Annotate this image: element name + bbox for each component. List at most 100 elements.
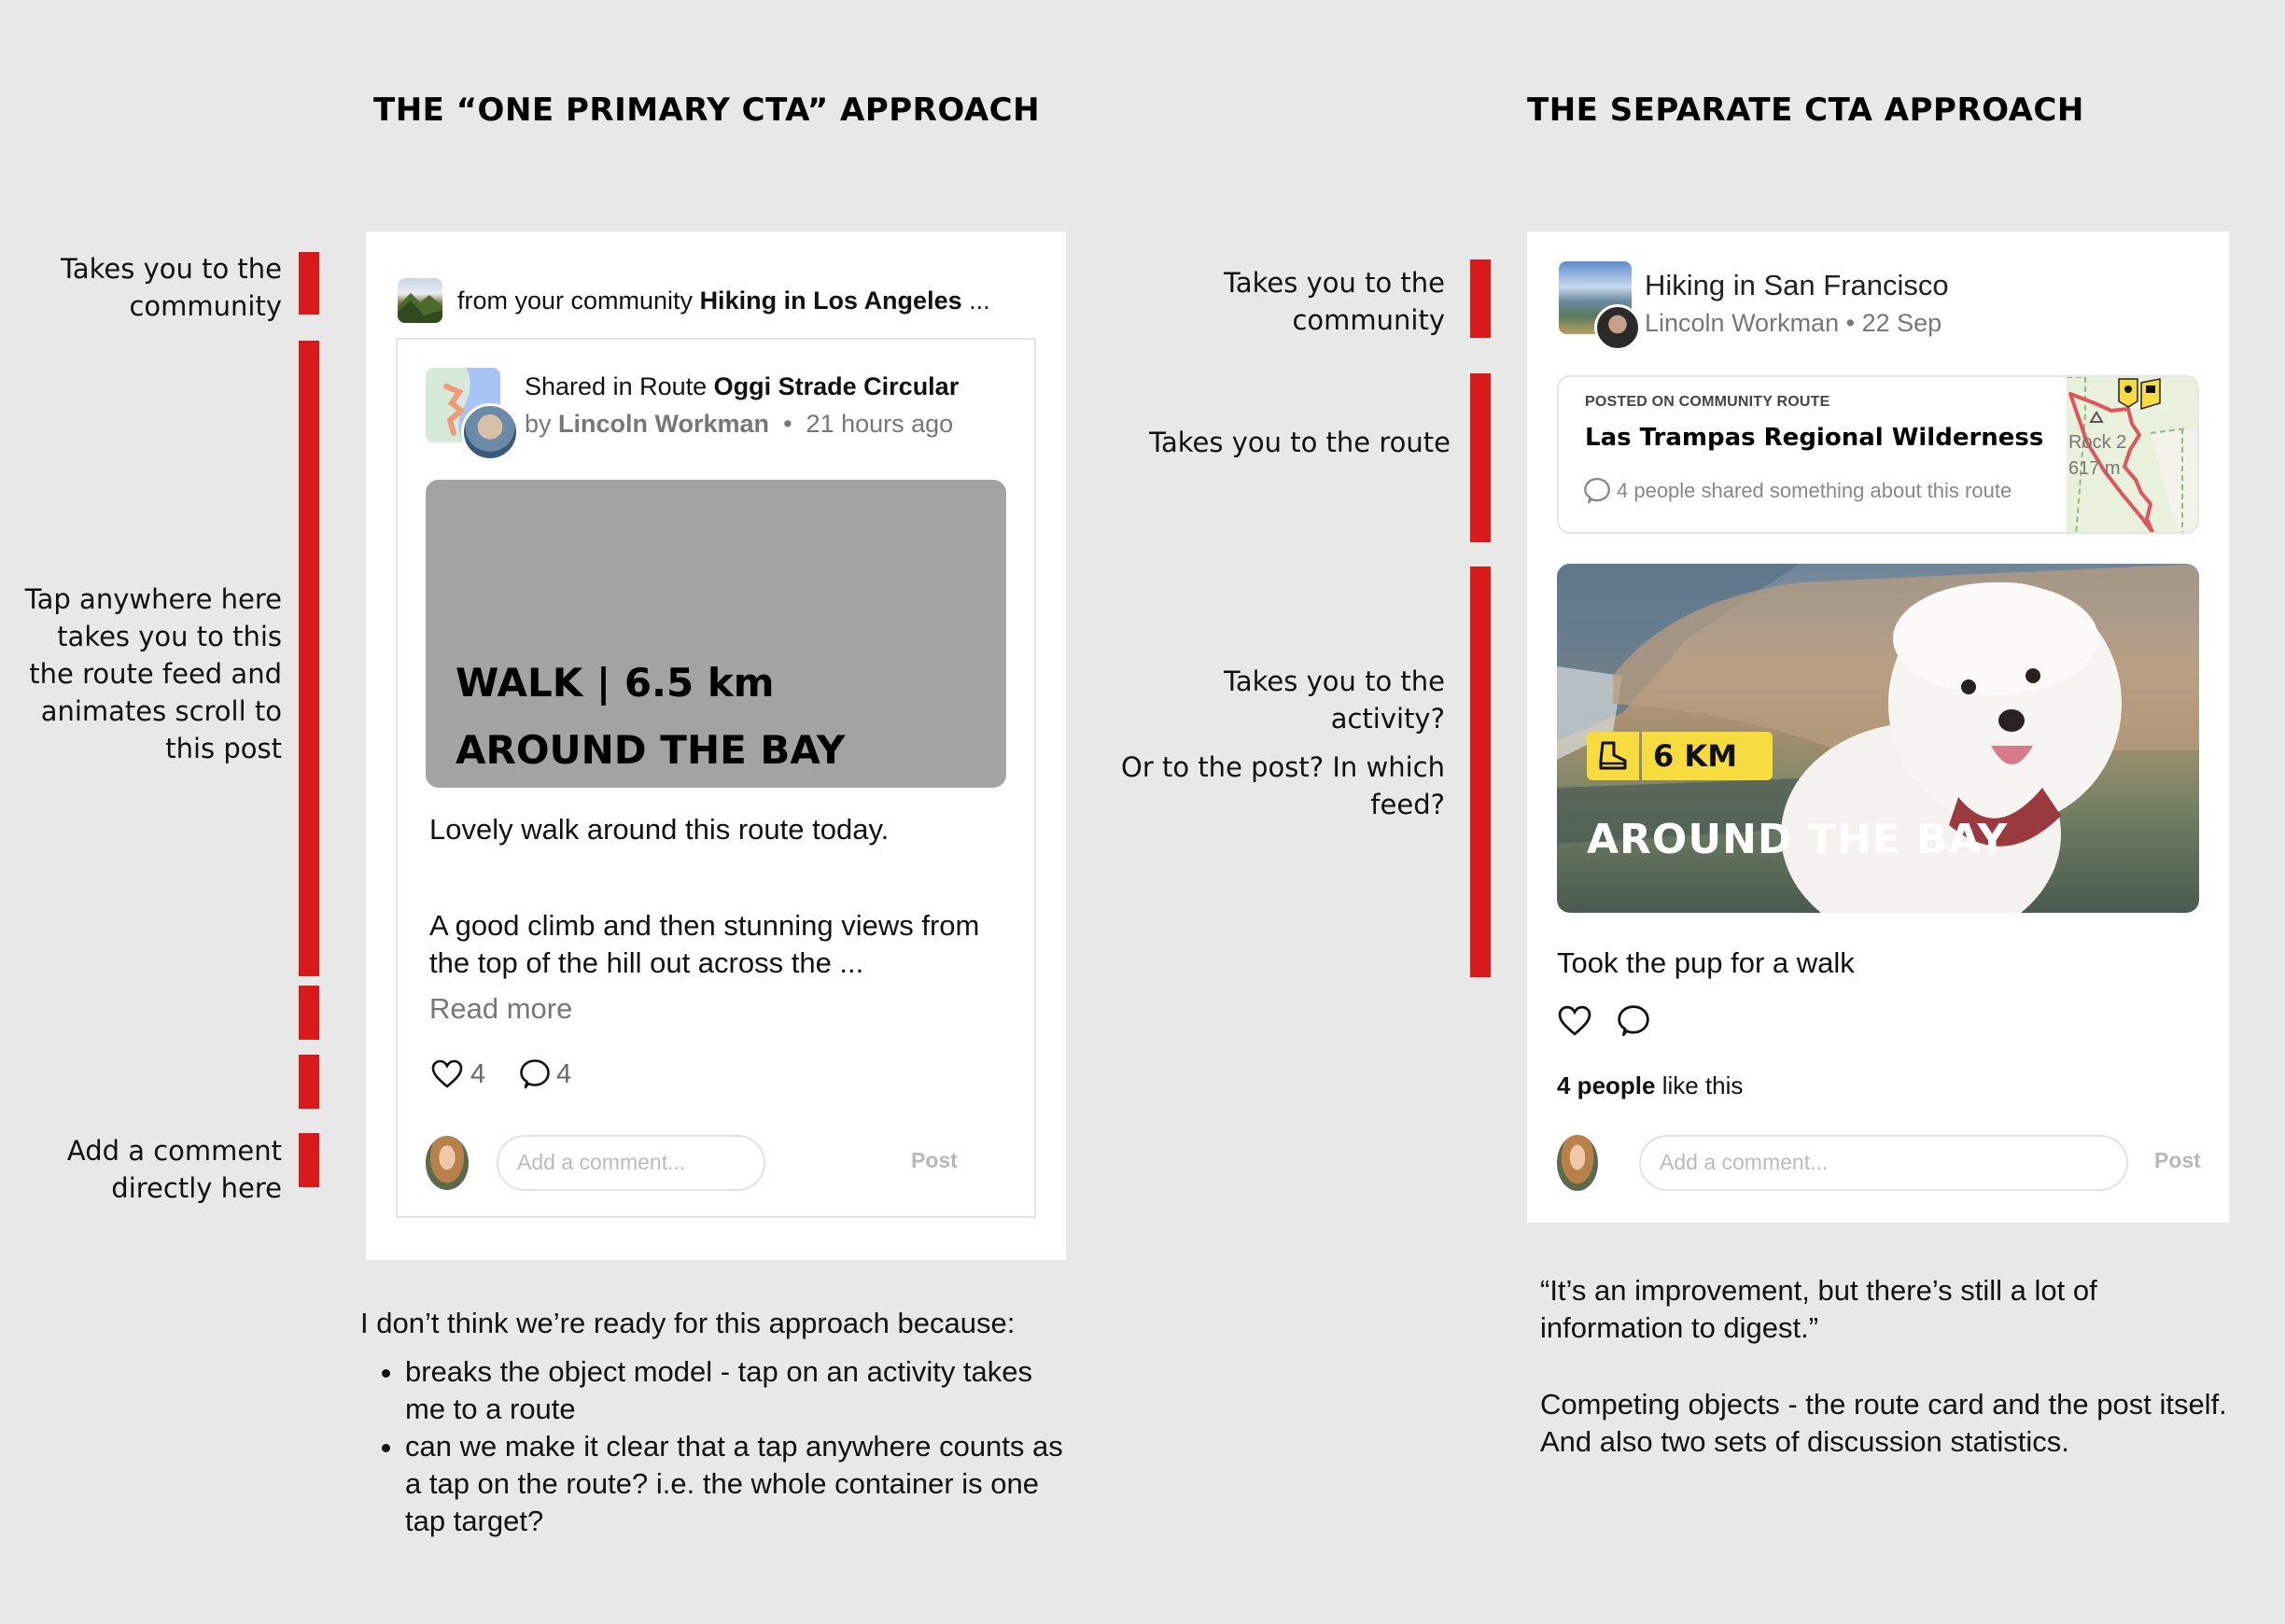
community-prefix: from your community <box>457 286 700 315</box>
likes-count: 4 people <box>1557 1071 1656 1099</box>
current-user-avatar <box>1557 1135 1598 1191</box>
distance-value: 6 KM <box>1642 732 1773 780</box>
notes-bullet-line: a tap on the route? i.e. the whole conta… <box>405 1467 1040 1500</box>
read-more-link[interactable]: Read more <box>429 990 572 1028</box>
right-section-title: THE SEPARATE CTA APPROACH <box>1527 91 2084 129</box>
map-peak-elevation: 617 m <box>2068 458 2121 479</box>
annotation-line: Takes you to the activity? <box>1223 665 1445 735</box>
post-comment-button[interactable]: Post <box>911 1148 958 1173</box>
annotation-line: directly here <box>111 1172 282 1204</box>
comment-input-placeholder: Add a comment... <box>1660 1150 1829 1174</box>
comment-button[interactable] <box>1617 1004 1650 1043</box>
annotation-bar-community <box>299 252 319 315</box>
author-avatar[interactable] <box>461 403 519 461</box>
notes-bullet: can we make it clear that a tap anywhere… <box>405 1428 1070 1540</box>
route-card-title: Las Trampas Regional Wilderness <box>1585 424 2044 452</box>
annotation-line: Tap anywhere here <box>24 583 282 615</box>
separator-dot: • <box>783 410 792 438</box>
annotation-line: takes you to this <box>57 621 282 652</box>
annotation-bar-activity <box>1470 567 1491 977</box>
comment-input[interactable]: Add a comment... <box>497 1135 765 1191</box>
post-date: 22 Sep <box>1861 309 1942 337</box>
right-notes: “It’s an improvement, but there’s still … <box>1540 1272 2250 1461</box>
banner-title: AROUND THE BAY <box>456 727 846 773</box>
notes-bullet: breaks the object model - tap on an acti… <box>405 1353 1070 1428</box>
activity-photo-banner[interactable]: 6 KM AROUND THE BAY <box>1557 564 2199 913</box>
left-section-title: THE “ONE PRIMARY CTA” APPROACH <box>373 91 1041 129</box>
community-route-card[interactable]: POSTED ON COMMUNITY ROUTE Las Trampas Re… <box>1557 375 2199 534</box>
annotation-comment: Add a comment directly here <box>37 1132 282 1207</box>
separator-dot: • <box>1845 309 1856 337</box>
route-map-thumbnail: Rock 2 617 m <box>2067 377 2197 532</box>
post-text-line: A good climb and then stunning views fro… <box>429 909 980 942</box>
banner-activity-distance: WALK | 6.5 km <box>456 660 775 706</box>
left-notes: I don’t think we’re ready for this appro… <box>360 1305 1070 1540</box>
notes-intro: I don’t think we’re ready for this appro… <box>360 1307 1016 1339</box>
notes-bullet-line: can we make it clear that a tap anywhere… <box>405 1430 1063 1463</box>
like-button[interactable] <box>1557 1005 1592 1042</box>
author-line: Lincoln Workman • 22 Sep <box>1645 306 1942 340</box>
post-time: 21 hours ago <box>806 410 954 438</box>
route-author-avatar-stack <box>426 368 519 461</box>
annotation-community-right: Takes you to the community <box>1120 264 1445 339</box>
annotation-line: community <box>1292 304 1445 336</box>
annotation-line: Takes you to the <box>1223 267 1445 299</box>
comment-button[interactable]: 4 <box>519 1058 571 1090</box>
notes-list: breaks the object model - tap on an acti… <box>360 1353 1070 1540</box>
community-thumbnail <box>398 278 442 323</box>
annotation-line: the route feed and <box>29 658 282 690</box>
annotation-bar-reactions <box>299 1055 319 1109</box>
annotation-activity: Takes you to the activity? Or to the pos… <box>1120 663 1445 823</box>
notes-quote-line: “It’s an improvement, but there’s still … <box>1540 1274 2097 1307</box>
reactions-row: 4 4 <box>431 1058 571 1090</box>
likes-suffix: like this <box>1655 1071 1744 1099</box>
annotation-route: Takes you to the route <box>1149 427 1451 458</box>
route-card-stat: 4 people shared something about this rou… <box>1583 476 2012 506</box>
banner-text: WALK | 6.5 km AROUND THE BAY <box>456 650 845 784</box>
route-post-container[interactable]: Shared in Route Oggi Strade Circular by … <box>396 338 1036 1218</box>
notes-bullet-line: breaks the object model - tap on an acti… <box>405 1355 1033 1388</box>
shared-in-route-line: Shared in Route Oggi Strade Circular <box>525 368 959 405</box>
author-name-link[interactable]: Lincoln Workman <box>558 410 769 438</box>
author-avatar[interactable] <box>1594 304 1641 351</box>
comment-bubble-icon <box>520 1059 550 1089</box>
author-name[interactable]: Lincoln Workman <box>1645 309 1839 337</box>
community-name-link[interactable]: Hiking in Los Angeles <box>700 287 962 315</box>
route-header-text: Shared in Route Oggi Strade Circular by … <box>525 368 959 442</box>
map-peak-name: Rock 2 <box>2068 432 2127 453</box>
route-card-label: POSTED ON COMMUNITY ROUTE <box>1585 394 1830 410</box>
shared-prefix: Shared in Route <box>525 372 714 400</box>
post-text-body: A good climb and then stunning views fro… <box>429 907 979 982</box>
annotation-bar-route <box>1470 373 1491 542</box>
community-header[interactable]: from your community Hiking in Los Angele… <box>398 278 990 323</box>
distance-badge: 6 KM <box>1587 732 1773 780</box>
annotation-line: Add a comment <box>66 1135 282 1167</box>
annotation-bar-post <box>299 341 319 976</box>
annotation-tap-anywhere: Tap anywhere here takes you to this the … <box>19 581 282 767</box>
route-share-count: 4 people shared something about this rou… <box>1617 479 2012 502</box>
annotation-line: feed? <box>1370 789 1445 820</box>
author-line: by Lincoln Workman • 21 hours ago <box>525 405 959 442</box>
route-name-link[interactable]: Oggi Strade Circular <box>714 372 960 400</box>
like-button[interactable]: 4 <box>431 1059 485 1090</box>
heart-icon <box>431 1059 463 1088</box>
post-comment-button[interactable]: Post <box>2154 1148 2201 1173</box>
reactions-row <box>1557 1004 1650 1043</box>
hiking-boot-icon <box>1587 732 1639 780</box>
feed-card-one-cta[interactable]: from your community Hiking in Los Angele… <box>366 231 1066 1260</box>
post-text: Took the pup for a walk <box>1557 946 1855 979</box>
annotation-line: community <box>129 290 282 322</box>
activity-banner[interactable]: WALK | 6.5 km AROUND THE BAY <box>426 480 1006 788</box>
banner-title: AROUND THE BAY <box>1587 816 2009 863</box>
community-name-link[interactable]: Hiking in San Francisco <box>1645 267 1949 304</box>
likes-summary[interactable]: 4 people like this <box>1557 1071 1743 1100</box>
by-prefix: by <box>525 410 559 438</box>
heart-icon <box>1558 1005 1591 1036</box>
post-text-line: the top of the hill out across the ... <box>429 946 864 979</box>
community-line: from your community Hiking in Los Angele… <box>457 287 990 315</box>
notes-bullet-line: tap target? <box>405 1505 544 1537</box>
community-suffix: ... <box>961 286 990 315</box>
comment-input[interactable]: Add a comment... <box>1639 1135 2128 1191</box>
annotation-line: animates scroll to <box>40 695 282 727</box>
annotation-line: Or to the post? In which <box>1121 751 1445 783</box>
